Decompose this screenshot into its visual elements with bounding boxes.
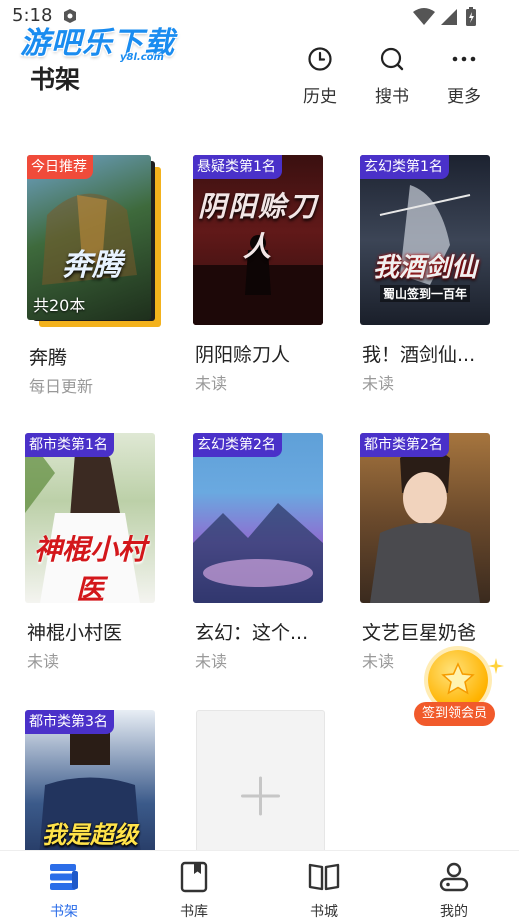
profile-icon — [439, 862, 469, 892]
system-icons — [411, 6, 481, 32]
search-icon — [380, 47, 404, 71]
book-cover[interactable]: 都市类第2名 — [360, 433, 490, 603]
book-card[interactable]: 神棍小村医 都市类第1名 神棍小村医 未读 — [25, 433, 165, 673]
cover-title-text: 奔腾 — [62, 248, 122, 283]
book-card[interactable]: 玄幻类第2名 玄幻：这个... 未读 — [193, 433, 333, 673]
coin-icon — [428, 650, 488, 710]
more-button[interactable]: 更多 — [434, 46, 494, 107]
nav-bookshelf[interactable]: 书架 — [24, 861, 104, 921]
book-count: 共20本 — [33, 296, 86, 315]
search-button[interactable]: 搜书 — [362, 46, 422, 107]
cover-art — [193, 503, 323, 603]
history-label: 历史 — [303, 87, 337, 107]
wifi-icon — [413, 8, 435, 25]
book-card[interactable]: 奔腾 今日推荐 共20本 奔腾 每日更新 — [27, 155, 167, 396]
bookmark-book-icon — [180, 861, 208, 893]
bookshelf-icon — [50, 864, 78, 890]
book-card[interactable]: 都市类第2名 文艺巨星奶爸 未读 — [360, 433, 500, 673]
cover-title-text: 我是超级 — [42, 821, 138, 849]
more-label: 更多 — [447, 87, 481, 107]
book-badge: 都市类第1名 — [25, 433, 114, 457]
book-subtitle: 每日更新 — [29, 377, 94, 396]
book-title: 玄幻：这个... — [195, 622, 309, 644]
book-card[interactable]: 我是超级 都市类第3名 — [25, 710, 165, 850]
book-card[interactable]: 我酒剑仙 蜀山签到一百年 玄幻类第1名 我！酒剑仙... 未读 — [360, 155, 500, 395]
sparkle-icon — [488, 658, 504, 674]
book-badge: 玄幻类第1名 — [360, 155, 449, 179]
nav-profile[interactable]: 我的 — [414, 861, 494, 921]
book-title: 奔腾 — [29, 347, 68, 369]
bottom-nav: 书架 书库 书城 我的 — [0, 850, 519, 924]
nav-library[interactable]: 书库 — [154, 861, 234, 921]
cover-subtitle-text: 蜀山签到一百年 — [380, 285, 470, 302]
book-card[interactable]: 阴阳赊刀人 悬疑类第1名 阴阳赊刀人 未读 — [193, 155, 333, 395]
nav-label: 书城 — [310, 904, 338, 920]
clock-icon — [308, 47, 332, 71]
book-title: 文艺巨星奶爸 — [362, 622, 477, 644]
book-badge: 玄幻类第2名 — [193, 433, 282, 457]
book-subtitle: 未读 — [362, 652, 395, 671]
book-subtitle: 未读 — [195, 374, 228, 393]
book-cover[interactable]: 我酒剑仙 蜀山签到一百年 玄幻类第1名 — [360, 155, 490, 325]
book-title: 我！酒剑仙... — [362, 344, 476, 366]
book-subtitle: 未读 — [362, 374, 395, 393]
watermark-sub: y8l.com — [120, 52, 164, 63]
nav-bookstore[interactable]: 书城 — [284, 861, 364, 921]
search-label: 搜书 — [375, 87, 409, 107]
book-cover[interactable]: 我是超级 都市类第3名 — [25, 710, 155, 850]
more-icon — [452, 56, 476, 62]
book-subtitle: 未读 — [195, 652, 228, 671]
cover-art — [370, 448, 480, 603]
book-badge: 悬疑类第1名 — [193, 155, 282, 179]
book-badge: 今日推荐 — [27, 155, 93, 179]
cover-title-text: 我酒剑仙 — [372, 253, 477, 283]
nav-label: 我的 — [440, 904, 468, 920]
signin-label: 签到领会员 — [414, 702, 496, 726]
add-book-card[interactable] — [196, 710, 325, 857]
history-button[interactable]: 历史 — [290, 46, 350, 107]
book-title: 阴阳赊刀人 — [195, 344, 291, 366]
page-title: 书架 — [30, 65, 81, 94]
book-cover[interactable]: 奔腾 今日推荐 共20本 — [27, 155, 151, 320]
plus-icon — [241, 776, 280, 816]
cover-title-text: 阴阳赊刀人 — [197, 190, 318, 263]
book-badge: 都市类第3名 — [25, 710, 114, 734]
cover-title-text: 神棍小村医 — [33, 533, 146, 603]
signal-icon — [441, 9, 457, 25]
book-cover[interactable]: 玄幻类第2名 — [193, 433, 323, 603]
book-title: 神棍小村医 — [27, 622, 123, 644]
book-subtitle: 未读 — [27, 652, 60, 671]
book-badge: 都市类第2名 — [360, 433, 449, 457]
nav-label: 书库 — [180, 904, 208, 920]
nav-label: 书架 — [50, 904, 78, 920]
book-cover[interactable]: 阴阳赊刀人 悬疑类第1名 — [193, 155, 323, 325]
open-book-icon — [308, 863, 340, 891]
book-cover[interactable]: 神棍小村医 都市类第1名 — [25, 433, 155, 603]
signin-float-button[interactable]: 签到领会员 — [410, 650, 504, 730]
